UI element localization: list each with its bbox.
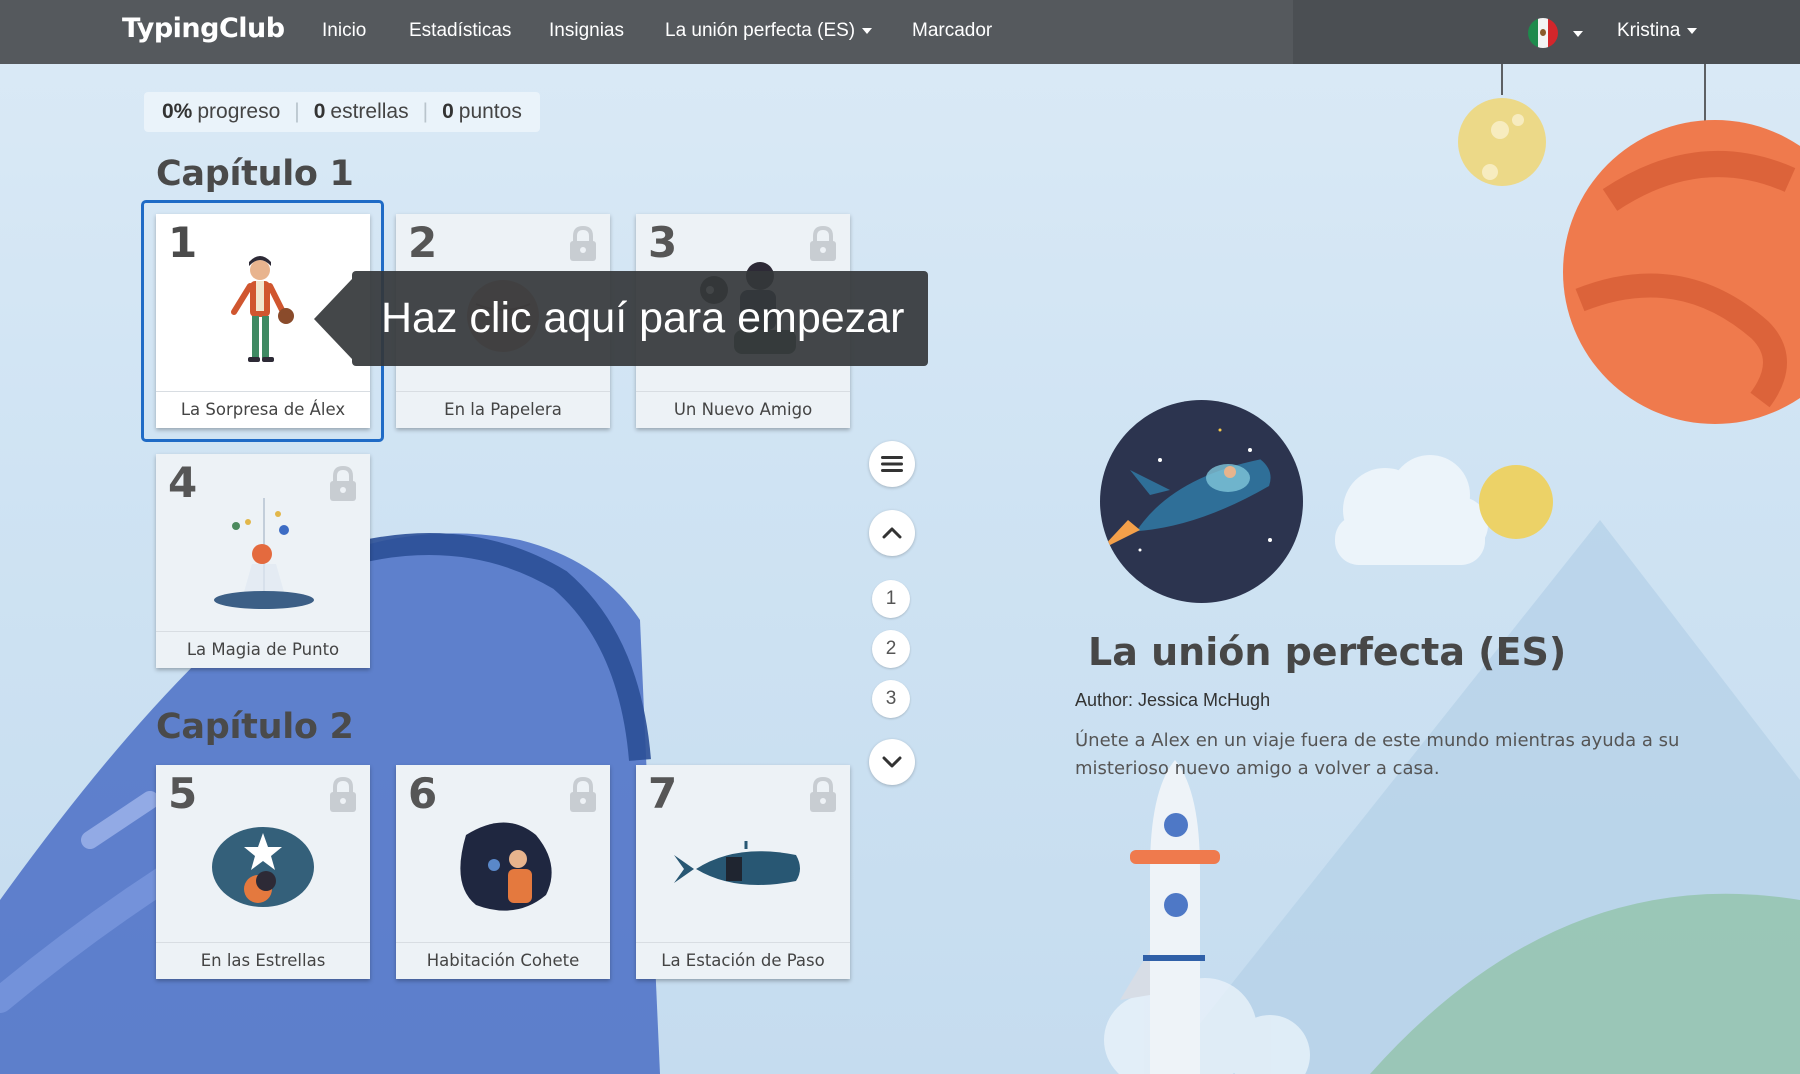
- lesson-label: La Magia de Punto: [156, 631, 370, 668]
- start-tooltip: Haz clic aquí para empezar: [314, 271, 928, 366]
- page-dot-2[interactable]: 2: [872, 630, 910, 668]
- divider: |: [422, 100, 429, 123]
- lesson-label: Un Nuevo Amigo: [636, 391, 850, 428]
- lesson-card-7[interactable]: 7 La Estación de Paso: [636, 765, 850, 979]
- lesson-card-5[interactable]: 5 En las Estrellas: [156, 765, 370, 979]
- space-room-illustration: [460, 822, 552, 911]
- course-author: Author: Jessica McHugh: [1075, 690, 1271, 710]
- progress-stats-bar: 0% progreso | 0 estrellas | 0 puntos: [144, 92, 540, 132]
- lesson-label: En las Estrellas: [156, 942, 370, 979]
- chevron-down-icon[interactable]: [1573, 31, 1583, 37]
- scroll-down-button[interactable]: [869, 739, 915, 785]
- stars-label: estrellas: [330, 100, 409, 123]
- lesson-label: La Sorpresa de Álex: [156, 391, 370, 428]
- scroll-up-button[interactable]: [869, 510, 915, 556]
- top-navbar: TypingClub Inicio Estadísticas Insignias…: [0, 0, 1800, 64]
- chapter-title: Capítulo 1: [156, 154, 354, 194]
- nav-course-dropdown[interactable]: La unión perfecta (ES): [665, 20, 873, 42]
- chapter-menu-button[interactable]: [869, 441, 915, 487]
- points-value: 0: [442, 100, 454, 123]
- progress-label: progreso: [197, 100, 281, 123]
- chevron-down-icon: [1687, 27, 1698, 34]
- nav-link-insignias[interactable]: Insignias: [549, 20, 624, 42]
- nav-link-estadisticas[interactable]: Estadísticas: [409, 20, 511, 42]
- divider: |: [294, 100, 300, 123]
- brand-logo[interactable]: TypingClub: [122, 13, 285, 44]
- menu-icon: [881, 456, 903, 472]
- stargazing-illustration: [212, 827, 314, 907]
- points-label: puntos: [458, 100, 522, 123]
- lesson-card-4[interactable]: 4 La Magia de Punto: [156, 454, 370, 668]
- lesson-label: La Estación de Paso: [636, 942, 850, 979]
- nav-link-marcador[interactable]: Marcador: [912, 20, 992, 42]
- lesson-label: Habitación Cohete: [396, 942, 610, 979]
- chapter-title: Capítulo 2: [156, 707, 354, 747]
- mobile-planets-illustration: [214, 498, 314, 609]
- spaceship-illustration: [674, 841, 800, 885]
- lesson-card-6[interactable]: 6 Habitación Cohete: [396, 765, 610, 979]
- nav-course-label: La unión perfecta (ES): [665, 20, 856, 41]
- stars-value: 0: [313, 100, 326, 123]
- chevron-down-icon: [862, 27, 873, 34]
- nav-link-inicio[interactable]: Inicio: [322, 20, 366, 42]
- chevron-up-icon: [882, 527, 902, 539]
- page-dot-1[interactable]: 1: [872, 580, 910, 618]
- course-description: Únete a Alex en un viaje fuera de este m…: [1075, 730, 1680, 779]
- progress-value: 0%: [162, 100, 193, 123]
- user-menu[interactable]: Kristina: [1617, 20, 1698, 42]
- tooltip-text: Haz clic aquí para empezar: [381, 294, 905, 342]
- lesson-label: En la Papelera: [396, 391, 610, 428]
- user-name: Kristina: [1617, 20, 1681, 41]
- page-dot-3[interactable]: 3: [872, 680, 910, 718]
- course-cover-image: [1100, 400, 1303, 603]
- mexico-flag-icon[interactable]: [1528, 18, 1558, 48]
- rocket-ship-illustration: [1100, 428, 1272, 552]
- chevron-down-icon: [882, 756, 902, 768]
- course-title: La unión perfecta (ES): [1088, 630, 1567, 674]
